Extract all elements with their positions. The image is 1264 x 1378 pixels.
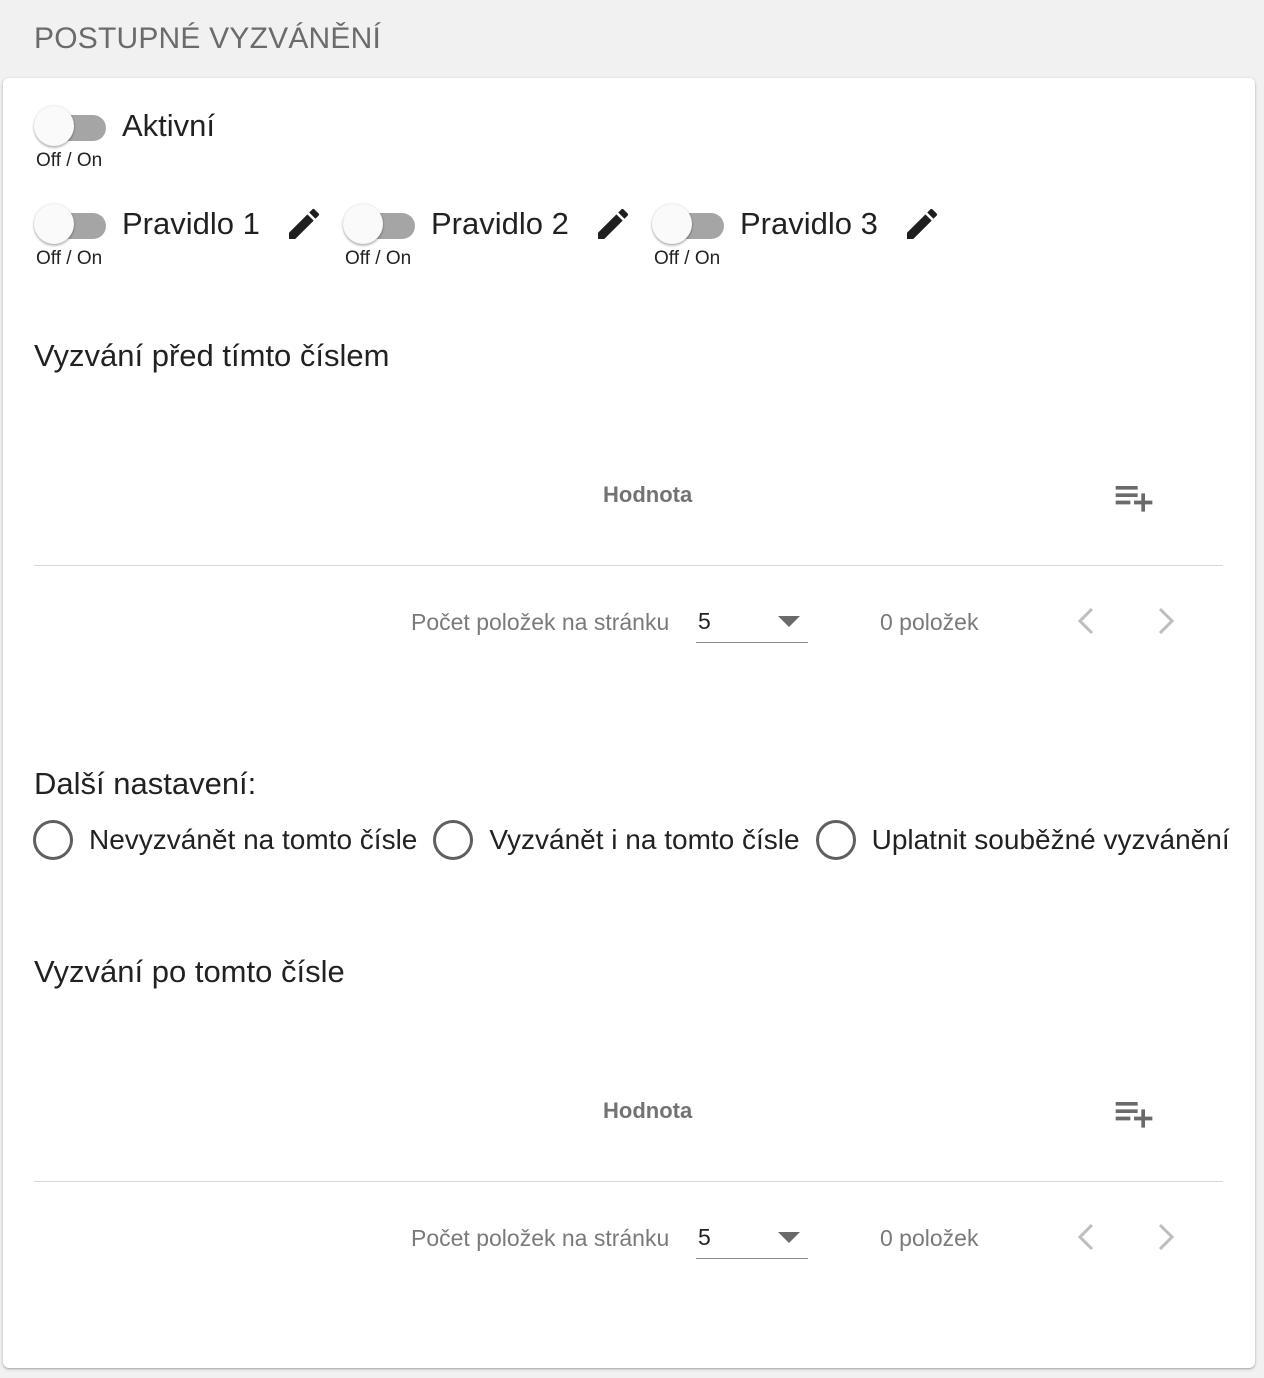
previous-page-button[interactable] (1066, 601, 1106, 641)
active-off-on-hint: Off / On (36, 150, 103, 171)
previous-page-button[interactable] (1066, 1217, 1106, 1257)
rule-3-off-on-hint: Off / On (654, 248, 721, 269)
rule-2-off-on-hint: Off / On (345, 248, 412, 269)
items-per-page-select[interactable]: 5 (696, 603, 808, 643)
pencil-icon (597, 208, 628, 239)
before-table-header: Hodnota (34, 456, 1223, 566)
playlist-add-icon (1115, 1102, 1153, 1128)
rule-2-label: Pravidlo 2 (431, 206, 569, 241)
column-header-hodnota[interactable]: Hodnota (603, 1098, 692, 1124)
rule-1-off-on-hint: Off / On (36, 248, 103, 269)
other-settings-radio-group: Nevyzvánět na tomto čísle Vyzvánět i na … (33, 820, 1230, 860)
rule-3-edit-button[interactable] (900, 202, 944, 246)
before-section-title: Vyzvání před tímto číslem (34, 338, 390, 373)
radio-label: Vyzvánět i na tomto čísle (489, 824, 800, 855)
radio-option-ring-also[interactable]: Vyzvánět i na tomto čísle (433, 820, 800, 860)
rule-1-switch[interactable] (34, 204, 106, 244)
before-paginator: Počet položek na stránku 5 0 položek (3, 595, 1255, 655)
after-paginator: Počet položek na stránku 5 0 položek (3, 1211, 1255, 1271)
rule-2-switch[interactable] (343, 204, 415, 244)
rule-2-block: Pravidlo 2 Off / On (343, 204, 635, 270)
chevron-right-icon (1158, 1223, 1175, 1251)
next-page-button[interactable] (1146, 1217, 1186, 1257)
range-label: 0 položek (880, 1225, 979, 1251)
switch-thumb[interactable] (34, 106, 74, 146)
pencil-icon (906, 208, 937, 239)
switch-thumb[interactable] (652, 204, 692, 244)
radio-option-do-not-ring[interactable]: Nevyzvánět na tomto čísle (33, 820, 417, 860)
active-switch[interactable] (34, 106, 106, 146)
page-title: POSTUPNÉ VYZVÁNĚNÍ (34, 22, 382, 55)
active-toggle-block: Aktivní Off / On (34, 106, 215, 172)
next-page-button[interactable] (1146, 601, 1186, 641)
rule-1-block: Pravidlo 1 Off / On (34, 204, 326, 270)
items-per-page-label: Počet položek na stránku (411, 1225, 670, 1251)
items-per-page-select[interactable]: 5 (696, 1219, 808, 1259)
after-section-title: Vyzvání po tomto čísle (34, 954, 345, 989)
pencil-icon (288, 208, 319, 239)
dropdown-arrow-icon (778, 1232, 800, 1243)
items-per-page-value: 5 (698, 608, 711, 634)
after-table-header: Hodnota (34, 1072, 1223, 1182)
after-add-row-button[interactable] (1109, 1088, 1159, 1138)
items-per-page-value: 5 (698, 1224, 711, 1250)
rule-2-edit-button[interactable] (591, 202, 635, 246)
items-per-page-label: Počet položek na stránku (411, 609, 670, 635)
settings-card: Aktivní Off / On Pravidlo 1 Off / On Pra… (3, 78, 1255, 1368)
radio-circle[interactable] (815, 820, 856, 860)
other-settings-title: Další nastavení: (34, 766, 257, 801)
rule-3-label: Pravidlo 3 (740, 206, 878, 241)
playlist-add-icon (1115, 486, 1153, 512)
dropdown-arrow-icon (778, 616, 800, 627)
chevron-right-icon (1158, 607, 1175, 635)
chevron-left-icon (1077, 607, 1094, 635)
rule-1-label: Pravidlo 1 (122, 206, 260, 241)
radio-label: Uplatnit souběžné vyzvánění (871, 824, 1230, 855)
rule-3-switch[interactable] (652, 204, 724, 244)
active-label: Aktivní (122, 108, 216, 143)
rule-3-block: Pravidlo 3 Off / On (652, 204, 944, 270)
radio-circle[interactable] (33, 820, 73, 860)
before-add-row-button[interactable] (1109, 472, 1159, 522)
radio-label: Nevyzvánět na tomto čísle (89, 824, 418, 855)
column-header-hodnota[interactable]: Hodnota (603, 482, 692, 508)
rule-1-edit-button[interactable] (282, 202, 326, 246)
radio-circle[interactable] (433, 820, 474, 860)
switch-thumb[interactable] (34, 204, 74, 244)
range-label: 0 položek (880, 609, 979, 635)
chevron-left-icon (1077, 1223, 1094, 1251)
radio-option-simultaneous-ring[interactable]: Uplatnit souběžné vyzvánění (815, 820, 1230, 860)
switch-thumb[interactable] (343, 204, 383, 244)
